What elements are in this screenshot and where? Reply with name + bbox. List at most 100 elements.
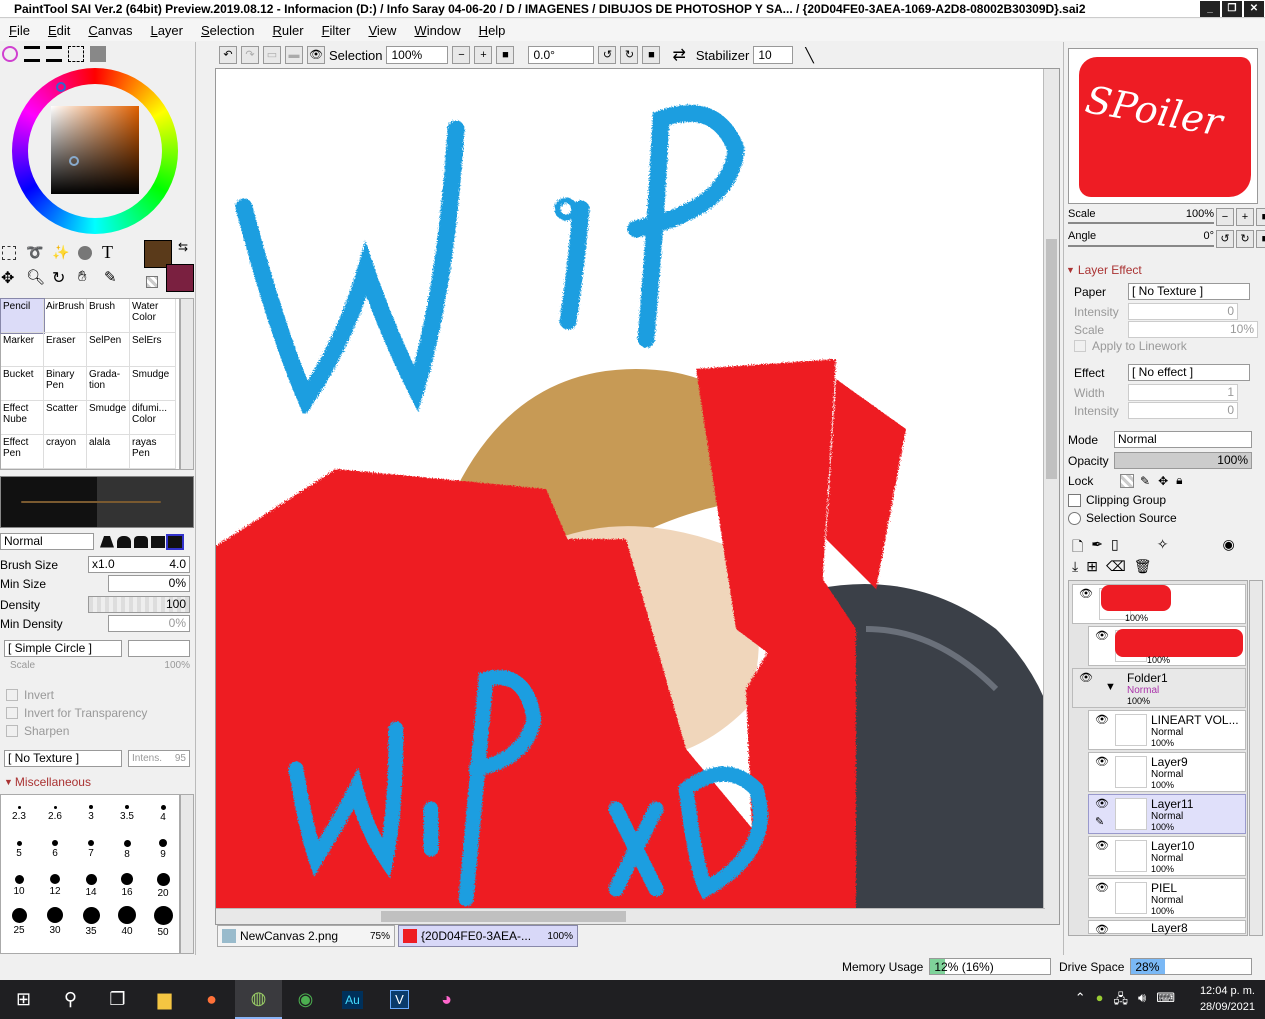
brush-shape-extra[interactable]	[128, 640, 190, 657]
layer-folder[interactable]: 👁︎ ▼ Folder1 Normal 100%	[1072, 668, 1246, 708]
lock-move-icon[interactable]: ✥	[1158, 474, 1168, 488]
color-wheel-mode-icon[interactable]	[2, 46, 18, 62]
brush-texture-select[interactable]: [ No Texture ]	[4, 750, 122, 767]
redo-button[interactable]: ↷	[241, 46, 259, 64]
brush-size-field[interactable]: x1.0 4.0	[88, 556, 190, 573]
menu-ruler[interactable]: Ruler	[263, 23, 312, 38]
brush-bucket[interactable]: Bucket	[1, 367, 44, 401]
nav-zoom-in-button[interactable]: +	[1236, 208, 1254, 226]
shape-icon[interactable]	[78, 246, 92, 260]
effect-select[interactable]: [ No effect ]	[1128, 364, 1250, 381]
menu-file[interactable]: File	[0, 23, 39, 38]
visibility-eye-icon[interactable]: 👁︎	[1095, 797, 1109, 810]
clock[interactable]: 12:04 p. m. 28/09/2021	[1200, 983, 1255, 1015]
lock-paint-icon[interactable]: ✎	[1140, 474, 1150, 488]
rotate-left-button[interactable]: ↺	[598, 46, 617, 64]
brush-size-option[interactable]: 14	[73, 867, 109, 901]
layer-effect-header[interactable]: ▼ Layer Effect	[1066, 263, 1142, 277]
stabilizer-select[interactable]: 10	[753, 46, 794, 64]
minimize-button[interactable]: _	[1200, 1, 1220, 17]
brush-effect-pen[interactable]: Effect Pen	[1, 435, 44, 469]
menu-window[interactable]: Window	[405, 23, 469, 38]
flip-icon[interactable]: ⇄	[672, 45, 685, 65]
secondary-color-swatch[interactable]	[166, 264, 194, 292]
doc-tab-1[interactable]: NewCanvas 2.png 75%	[217, 925, 395, 947]
paper-scale-field[interactable]: 10%	[1128, 321, 1258, 338]
nav-rotate-right-button[interactable]: ↻	[1236, 230, 1254, 248]
invert-row[interactable]: Invert	[6, 688, 54, 702]
merge-down-icon[interactable]: ⤓	[1072, 558, 1078, 575]
layer-effect-icon[interactable]: ✧	[1157, 536, 1169, 560]
zoom-in-button[interactable]: +	[474, 46, 493, 64]
layer-list-scrollbar[interactable]	[1249, 580, 1263, 936]
brush-smudge[interactable]: Smudge	[130, 367, 176, 401]
brush-alala[interactable]: alala	[87, 435, 130, 469]
deselect-button[interactable]: ▭	[263, 46, 281, 64]
brush-size-option[interactable]: 2.3	[1, 795, 37, 829]
brush-size-option[interactable]: 3.5	[109, 795, 145, 829]
brush-marker[interactable]: Marker	[1, 333, 44, 367]
task-view-button[interactable]: ❐	[94, 980, 141, 1019]
menu-edit[interactable]: Edit	[39, 23, 79, 38]
color-square[interactable]	[51, 106, 139, 194]
layer-row[interactable]: 👁︎ LINEART VOL... Normal 100%	[1088, 710, 1246, 750]
invert-transparency-row[interactable]: Invert for Transparency	[6, 706, 147, 720]
menu-help[interactable]: Help	[470, 23, 515, 38]
brush-gradation[interactable]: Grada- tion	[87, 367, 130, 401]
brush-selpen[interactable]: SelPen	[87, 333, 130, 367]
sai-button[interactable]: ◍	[235, 980, 282, 1019]
brush-size-option[interactable]: 8	[109, 831, 145, 865]
layer-row[interactable]: 👁︎ 100%	[1072, 584, 1246, 624]
search-button[interactable]: ⚲	[47, 980, 94, 1019]
canvas-hscrollbar[interactable]	[216, 908, 1045, 924]
brush-eraser[interactable]: Eraser	[44, 333, 87, 367]
keyboard-icon[interactable]: ⌨︎	[1156, 990, 1175, 1012]
hand-icon[interactable]: ✋︎	[78, 268, 87, 285]
sharpen-row[interactable]: Sharpen	[6, 724, 69, 738]
maximize-button[interactable]: ❐	[1222, 1, 1242, 17]
brush-pencil[interactable]: Pencil	[0, 298, 45, 334]
canvas-hscroll-thumb[interactable]	[381, 911, 626, 922]
brush-size-option[interactable]: 40	[109, 903, 145, 937]
layer-row[interactable]: 👁︎ Layer8	[1088, 920, 1246, 936]
paper-select[interactable]: [ No Texture ]	[1128, 283, 1250, 300]
nav-scale-row[interactable]: Scale 100%	[1068, 208, 1214, 220]
shape-square-icon[interactable]	[151, 535, 165, 548]
new-linework-layer-icon[interactable]: ✒︎	[1091, 536, 1103, 560]
checkbox-icon[interactable]	[6, 707, 18, 719]
zoom-select[interactable]: 100%	[386, 46, 449, 64]
checkbox-icon[interactable]	[6, 689, 18, 701]
visibility-eye-icon[interactable]: 👁︎	[1079, 587, 1093, 600]
sv-marker[interactable]	[69, 156, 79, 166]
magic-wand-icon[interactable]: ✨	[52, 244, 69, 261]
brush-size-option[interactable]: 9	[145, 831, 179, 865]
nav-angle-slider[interactable]	[1068, 245, 1214, 247]
zoom-out-button[interactable]: −	[452, 46, 471, 64]
menu-layer[interactable]: Layer	[141, 23, 192, 38]
navigator-preview[interactable]: SPoiler	[1068, 48, 1258, 204]
delete-layer-icon[interactable]: 🗑︎	[1134, 558, 1152, 575]
visibility-eye-icon[interactable]: 👁︎	[1095, 881, 1109, 894]
brush-size-option[interactable]: 50	[145, 903, 179, 938]
file-explorer-button[interactable]: ▆	[141, 980, 188, 1019]
text-tool-icon[interactable]: T	[102, 242, 113, 263]
nav-rotate-reset-button[interactable]: ■	[1256, 230, 1265, 248]
nav-zoom-reset-button[interactable]: ■	[1256, 208, 1265, 226]
brush-size-option[interactable]: 7	[73, 831, 109, 865]
firefox-button[interactable]: ●	[188, 980, 235, 1019]
brush-size-option[interactable]: 5	[1, 831, 37, 865]
tray-chevron-icon[interactable]: ⌃	[1075, 990, 1086, 1012]
canvas-vscroll-thumb[interactable]	[1046, 239, 1057, 479]
lasso-icon[interactable]: ➰	[26, 244, 43, 261]
shape-flat-icon[interactable]	[100, 535, 114, 548]
layer-row[interactable]: 👁︎ Layer10 Normal 100%	[1088, 836, 1246, 876]
nav-zoom-out-button[interactable]: −	[1216, 208, 1234, 226]
apply-linework-row[interactable]: Apply to Linework	[1074, 339, 1187, 353]
checkbox-icon[interactable]	[1068, 493, 1081, 507]
visibility-eye-icon[interactable]: 👁︎	[1095, 755, 1109, 768]
brush-binary-pen[interactable]: Binary Pen	[44, 367, 87, 401]
close-button[interactable]: ✕	[1244, 1, 1264, 17]
network-icon[interactable]: 🖧︎	[1114, 990, 1129, 1012]
tray-app-icon[interactable]: ●	[1096, 990, 1104, 1012]
brush-size-option[interactable]: 20	[145, 867, 179, 901]
